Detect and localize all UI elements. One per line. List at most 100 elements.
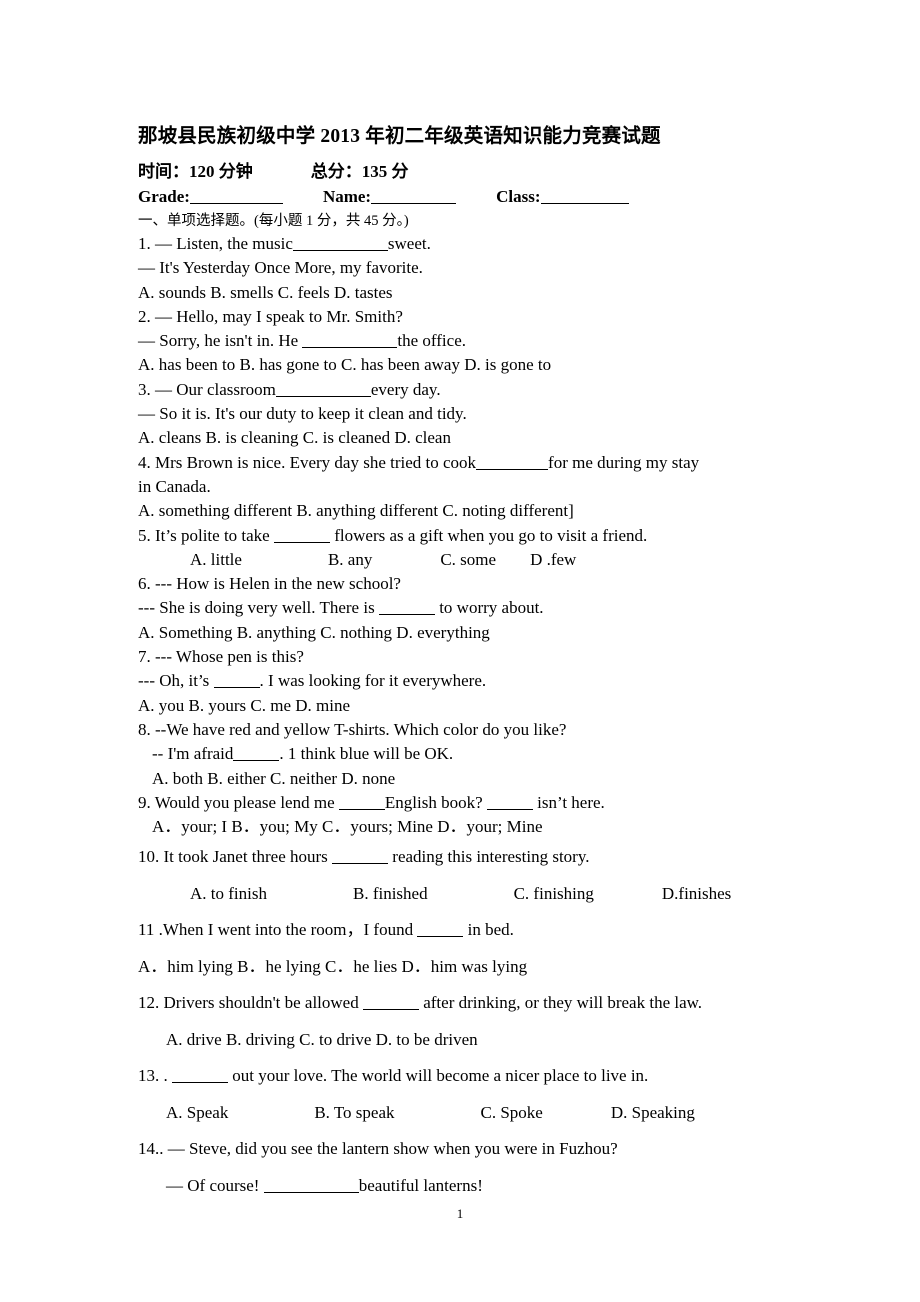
question-6-reply: --- She is doing very well. There is to … bbox=[138, 596, 788, 620]
answer-blank[interactable] bbox=[302, 331, 398, 349]
question-7-stem: 7. --- Whose pen is this? bbox=[138, 645, 788, 669]
question-number: 12. bbox=[138, 993, 160, 1013]
answer-blank[interactable] bbox=[338, 793, 385, 810]
question-text-tail: reading this interesting story. bbox=[392, 847, 590, 867]
question-2-reply: — Sorry, he isn't in. He the office. bbox=[138, 329, 788, 353]
answer-blank[interactable] bbox=[362, 993, 419, 1011]
question-text: --- Whose pen is this? bbox=[155, 647, 304, 667]
question-9-stem: 9. Would you please lend me English book… bbox=[138, 791, 788, 815]
question-text-tail: sweet. bbox=[387, 234, 431, 253]
option-d[interactable]: D. Speaking bbox=[611, 1103, 695, 1122]
option-c[interactable]: C. Spoke bbox=[481, 1103, 543, 1122]
answer-blank[interactable] bbox=[332, 847, 389, 865]
question-text: It’s polite to take bbox=[155, 525, 270, 545]
answer-blank[interactable] bbox=[172, 1066, 228, 1084]
question-number: 9. bbox=[138, 792, 151, 812]
question-text: --- Oh, it’s bbox=[138, 671, 210, 691]
question-number: 14.. bbox=[138, 1139, 164, 1159]
question-4-stem: 4. Mrs Brown is nice. Every day she trie… bbox=[138, 451, 788, 475]
grade-field[interactable] bbox=[189, 186, 283, 204]
name-label: Name: bbox=[322, 187, 372, 206]
question-11-stem: 11 .When I went into the room，I found in… bbox=[138, 912, 788, 949]
total-score-label: 总分：135 分 bbox=[310, 162, 409, 181]
question-8-stem: 8. --We have red and yellow T-shirts. Wh… bbox=[138, 718, 788, 742]
section-heading: 一、单项选择题。(每小题 1 分，共 45 分。) bbox=[138, 213, 409, 229]
question-text-tail: isn’t here. bbox=[537, 792, 605, 812]
option-a[interactable]: A. to finish bbox=[190, 884, 267, 903]
question-number: 13. . bbox=[138, 1066, 168, 1086]
class-label: Class: bbox=[496, 187, 541, 206]
option-d[interactable]: D .few bbox=[530, 550, 576, 569]
option-a[interactable]: A. little bbox=[190, 550, 242, 569]
question-5-stem: 5. It’s polite to take flowers as a gift… bbox=[138, 524, 788, 548]
answer-blank[interactable] bbox=[417, 920, 464, 938]
question-text: It took Janet three hours bbox=[163, 847, 328, 867]
question-number: 1. bbox=[138, 234, 151, 253]
option-b[interactable]: B. finished bbox=[353, 884, 428, 903]
class-field[interactable] bbox=[540, 186, 629, 204]
question-text-tail: after drinking, or they will break the l… bbox=[423, 993, 703, 1013]
question-3-stem: 3. — Our classroom every day. bbox=[138, 378, 788, 402]
name-field[interactable] bbox=[371, 186, 457, 204]
answer-blank[interactable] bbox=[275, 380, 371, 397]
question-text-tail: for me during my stay bbox=[548, 452, 700, 472]
question-number: 8. bbox=[138, 719, 151, 739]
answer-blank[interactable] bbox=[263, 1176, 359, 1193]
question-2-options[interactable]: A. has been to B. has gone to C. has bee… bbox=[138, 353, 788, 377]
question-6-stem: 6. --- How is Helen in the new school? bbox=[138, 572, 788, 596]
question-6-options[interactable]: A. Something B. anything C. nothing D. e… bbox=[138, 621, 788, 645]
question-number: 6. bbox=[138, 574, 151, 594]
question-14-stem: 14.. — Steve, did you see the lantern sh… bbox=[138, 1131, 788, 1168]
question-3-options[interactable]: A. cleans B. is cleaning C. is cleaned D… bbox=[138, 426, 788, 450]
question-text: — Hello, may I speak to Mr. Smith? bbox=[155, 306, 403, 326]
page-title: 那坡县民族初级中学 2013 年初二年级英语知识能力竞赛试题 bbox=[138, 126, 661, 147]
question-text: When I went into the room，I found bbox=[162, 920, 414, 940]
question-4-options[interactable]: A. something different B. anything diffe… bbox=[138, 499, 788, 523]
question-number: 5. bbox=[138, 525, 151, 545]
exam-meta-line: 时间：120 分钟 总分：135 分 bbox=[138, 159, 788, 184]
question-number: 4. bbox=[138, 452, 151, 472]
question-12-options[interactable]: A. drive B. driving C. to drive D. to be… bbox=[138, 1022, 788, 1059]
question-2-stem: 2. — Hello, may I speak to Mr. Smith? bbox=[138, 305, 788, 329]
option-d[interactable]: D.finishes bbox=[662, 884, 731, 903]
answer-blank[interactable] bbox=[273, 525, 330, 543]
answer-blank[interactable] bbox=[378, 598, 435, 616]
question-13-stem: 13. . out your love. The world will beco… bbox=[138, 1058, 788, 1095]
option-c[interactable]: C. finishing bbox=[514, 884, 594, 903]
question-text-mid: English book? bbox=[384, 792, 483, 812]
question-11-options[interactable]: A．him lying B．he lying C．he lies D．him w… bbox=[138, 949, 788, 986]
answer-blank[interactable] bbox=[476, 453, 549, 470]
question-text: — Sorry, he isn't in. He bbox=[138, 331, 299, 351]
question-10-options[interactable]: A. to finish B. finished C. finishing D.fin… bbox=[138, 876, 788, 913]
question-4-stem-wrap: in Canada. bbox=[138, 476, 211, 496]
answer-blank[interactable] bbox=[233, 744, 280, 762]
question-text: — Our classroom bbox=[155, 379, 276, 399]
question-text: — Steve, did you see the lantern show wh… bbox=[167, 1139, 618, 1159]
question-8-options[interactable]: A. both B. either C. neither D. none bbox=[138, 767, 788, 791]
question-13-options[interactable]: A. Speak B. To speak C. Spoke D. Speaking bbox=[138, 1095, 788, 1132]
question-text: -- I'm afraid bbox=[152, 744, 234, 764]
option-b[interactable]: B. To speak bbox=[314, 1103, 394, 1122]
question-9-options[interactable]: A．your; I B．you; My C．yours; Mine D．your… bbox=[138, 815, 788, 839]
question-1-reply: — It's Yesterday Once More, my favorite. bbox=[138, 258, 423, 278]
question-5-options[interactable]: A. little B. any C. some D .few bbox=[138, 548, 788, 572]
option-b[interactable]: B. any bbox=[328, 550, 372, 569]
question-text-tail: to worry about. bbox=[439, 598, 544, 618]
question-number: 2. bbox=[138, 306, 151, 326]
question-number: 7. bbox=[138, 647, 151, 667]
question-text-tail: in bed. bbox=[467, 920, 514, 940]
question-text: — Of course! bbox=[166, 1175, 260, 1195]
question-1-options[interactable]: A. sounds B. smells C. feels D. tastes bbox=[138, 281, 788, 305]
answer-blank[interactable] bbox=[292, 234, 388, 251]
question-7-options[interactable]: A. you B. yours C. me D. mine bbox=[138, 694, 788, 718]
question-text: --- She is doing very well. There is bbox=[138, 598, 375, 618]
option-a[interactable]: A. Speak bbox=[166, 1103, 228, 1122]
answer-blank[interactable] bbox=[486, 793, 533, 810]
answer-blank[interactable] bbox=[213, 671, 260, 689]
option-c[interactable]: C. some bbox=[440, 550, 496, 569]
question-text: --- How is Helen in the new school? bbox=[155, 574, 401, 594]
question-text-tail: every day. bbox=[370, 379, 441, 399]
question-12-stem: 12. Drivers shouldn't be allowed after d… bbox=[138, 985, 788, 1022]
grade-label: Grade: bbox=[138, 187, 190, 206]
question-text-tail: . I was looking for it everywhere. bbox=[259, 671, 487, 691]
